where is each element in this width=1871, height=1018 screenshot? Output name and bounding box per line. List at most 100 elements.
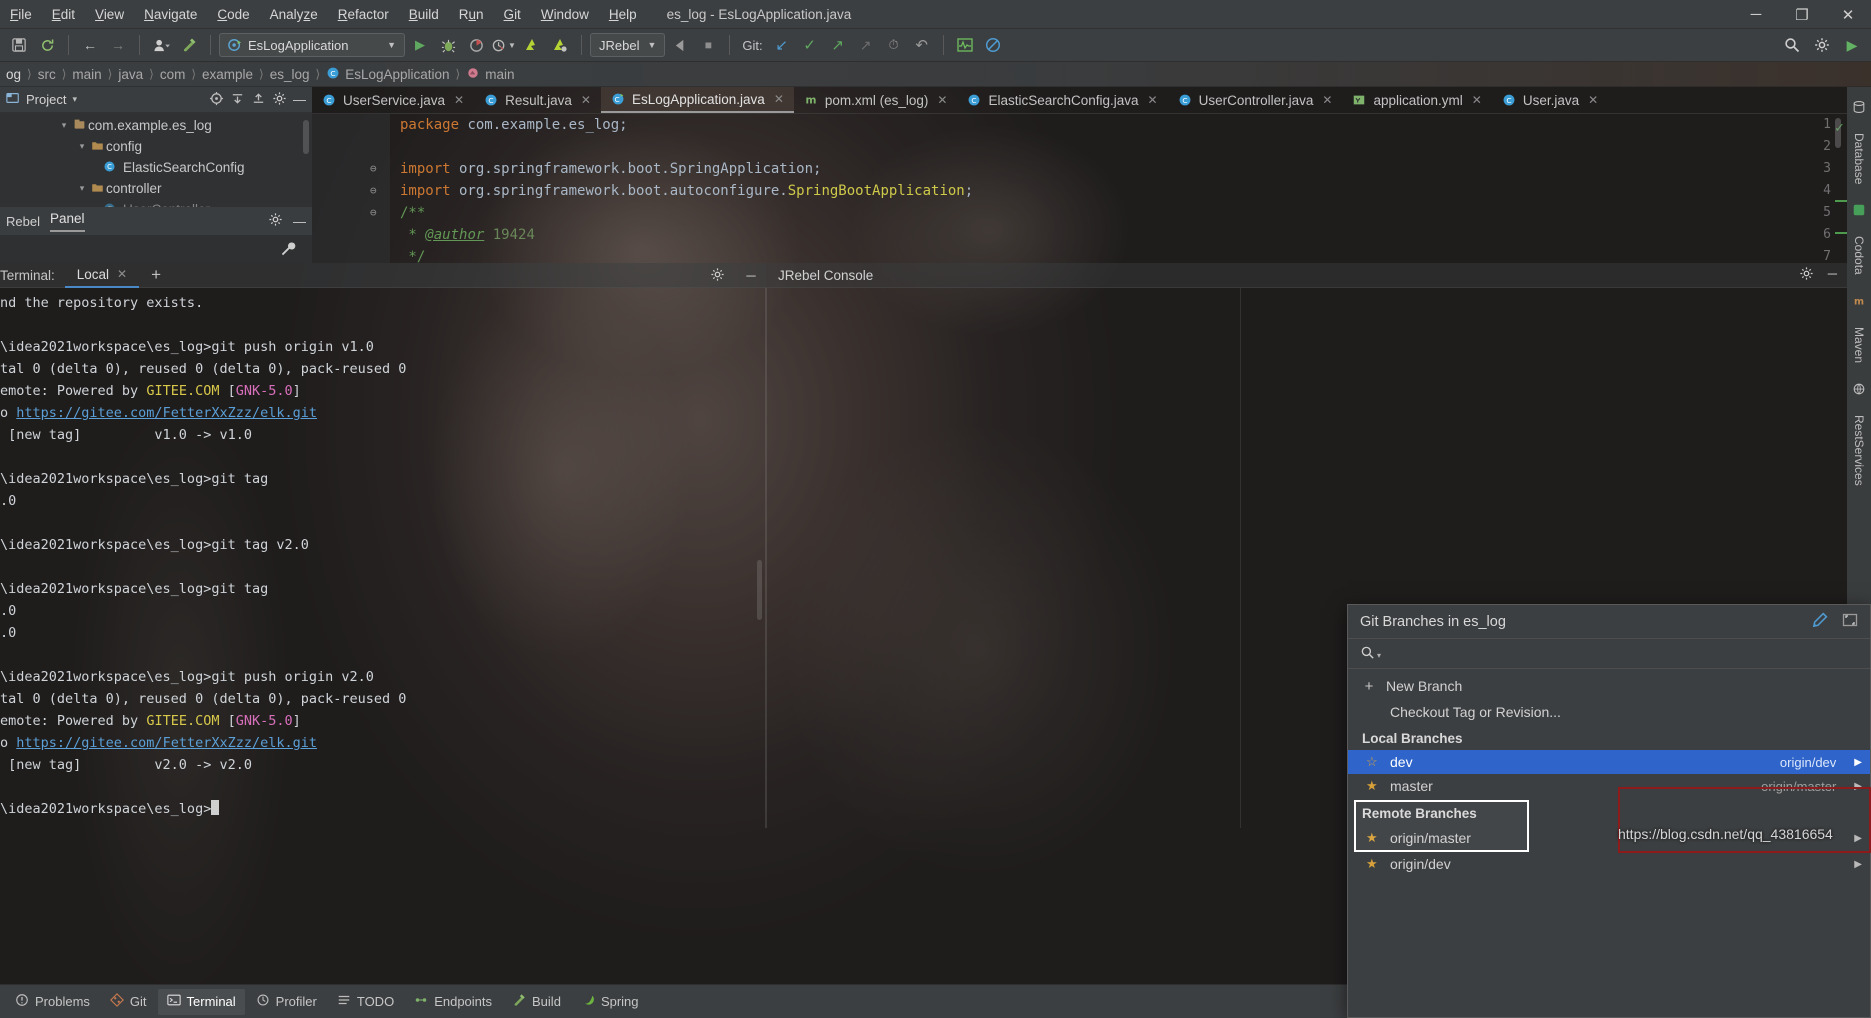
terminal-hide-icon[interactable]: ─ <box>746 268 755 283</box>
chevron-right-icon[interactable]: ▶ <box>1854 781 1862 792</box>
editor-tab-userservice[interactable]: C UserService.java ✕ <box>312 87 474 113</box>
git-update-project-icon[interactable]: ↙ <box>769 32 795 58</box>
menu-code[interactable]: Code <box>207 3 259 26</box>
code-editor[interactable]: 1 2 3 4 5 6 7 ⊖ ⊖ ⊖ package com.example.… <box>312 114 1847 263</box>
breadcrumb-item-1[interactable]: src <box>34 66 60 83</box>
breadcrumb-item-5[interactable]: example <box>198 66 257 83</box>
git-popup-search-input[interactable] <box>1387 645 1858 662</box>
hide-panel-icon[interactable]: — <box>293 92 306 107</box>
menu-window[interactable]: Window <box>531 3 599 26</box>
debug-icon[interactable] <box>435 32 461 58</box>
jrebel-gear-icon[interactable] <box>268 212 283 230</box>
menu-navigate[interactable]: Navigate <box>134 3 207 26</box>
close-icon[interactable]: ✕ <box>1588 93 1598 107</box>
editor-tab-elasticsearchconfig[interactable]: C ElasticSearchConfig.java ✕ <box>957 87 1167 113</box>
rail-item-codota[interactable]: Codota <box>1849 228 1869 283</box>
project-tree[interactable]: ▾ com.example.es_log ▾ config C ElasticS… <box>0 113 312 207</box>
git-commit-icon[interactable]: ✓ <box>797 32 823 58</box>
close-icon[interactable]: ✕ <box>774 92 784 106</box>
close-icon[interactable]: ✕ <box>1322 93 1332 107</box>
menu-refactor[interactable]: Refactor <box>328 3 399 26</box>
menu-run[interactable]: Run <box>449 3 494 26</box>
project-scrollbar-thumb[interactable] <box>303 120 309 154</box>
editor-tab-pomxml[interactable]: m pom.xml (es_log) ✕ <box>794 87 958 113</box>
build-hammer-icon[interactable] <box>176 32 202 58</box>
chevron-right-icon[interactable]: ▶ <box>1854 757 1862 768</box>
jrebel-debug-icon[interactable] <box>547 32 573 58</box>
search-chevron-down-icon[interactable]: ▾ <box>1377 651 1381 660</box>
menu-edit[interactable]: Edit <box>42 3 85 26</box>
menu-analyze[interactable]: Analyze <box>260 3 328 26</box>
git-popup-new-branch[interactable]: + New Branch <box>1348 673 1870 699</box>
terminal-tab-local[interactable]: Local ✕ <box>64 263 140 288</box>
git-popup-search[interactable]: ▾ <box>1348 638 1870 669</box>
close-icon[interactable]: ✕ <box>937 93 947 107</box>
jrebel-panel-tab[interactable]: Panel <box>49 211 85 232</box>
maximize-button[interactable]: ❐ <box>1779 0 1825 29</box>
git-popup-checkout-tag[interactable]: Checkout Tag or Revision... <box>1348 699 1870 725</box>
statusbar-item-problems[interactable]: Problems <box>6 989 99 1015</box>
console-gear-icon[interactable] <box>1799 266 1814 284</box>
terminal-gear-icon[interactable] <box>710 267 725 285</box>
breadcrumb-item-6[interactable]: es_log <box>266 66 314 83</box>
statusbar-item-endpoints[interactable]: Endpoints <box>405 989 501 1015</box>
wrench-icon[interactable] <box>280 241 296 260</box>
rail-item-database[interactable]: Database <box>1849 125 1869 192</box>
terminal-scrollbar-thumb[interactable] <box>757 560 762 620</box>
menu-help[interactable]: Help <box>599 3 647 26</box>
codota-icon[interactable] <box>1850 201 1868 219</box>
breadcrumb-item-7[interactable]: C EsLogApplication <box>322 65 453 84</box>
statusbar-item-terminal[interactable]: Terminal <box>157 988 245 1015</box>
editor-tab-eslogapplication[interactable]: C EsLogApplication.java ✕ <box>600 87 794 113</box>
breadcrumb-item-0[interactable]: og <box>2 66 25 83</box>
editor-tab-user[interactable]: C User.java ✕ <box>1492 87 1608 113</box>
jrebel-mode-combo[interactable]: JRebel ▼ <box>590 33 666 57</box>
git-rollback-icon[interactable]: ↶ <box>909 32 935 58</box>
breadcrumb-item-2[interactable]: main <box>68 66 105 83</box>
editor-tab-result[interactable]: C Result.java ✕ <box>474 87 601 113</box>
tree-item-elasticsearchconfig[interactable]: C ElasticSearchConfig <box>0 157 312 178</box>
close-icon[interactable]: ✕ <box>1472 93 1482 107</box>
repo-url-link[interactable]: https://gitee.com/FetterXxZzz/elk.git <box>16 735 317 751</box>
editor-tab-usercontroller[interactable]: C UserController.java ✕ <box>1168 87 1343 113</box>
breadcrumb-item-4[interactable]: com <box>156 66 190 83</box>
statusbar-item-build[interactable]: Build <box>503 989 570 1015</box>
database-icon[interactable] <box>1850 98 1868 116</box>
pencil-icon[interactable] <box>1811 611 1828 632</box>
activity-monitor-icon[interactable] <box>952 32 978 58</box>
menu-file[interactable]: File <box>0 3 42 26</box>
new-terminal-tab-button[interactable]: + <box>139 265 173 285</box>
git-update-branch-icon[interactable]: ↗ <box>853 32 879 58</box>
branch-row-origin-dev[interactable]: ★ origin/dev ▶ <box>1348 851 1870 877</box>
jrebel-hide-icon[interactable]: — <box>293 214 306 229</box>
terminal-output[interactable]: nd the repository exists. \idea2021works… <box>0 288 766 984</box>
profiler-clock-icon[interactable]: ▼ <box>491 32 517 58</box>
tree-item-package[interactable]: ▾ com.example.es_log <box>0 115 312 136</box>
rest-services-icon[interactable] <box>1850 380 1868 398</box>
editor-scrollbar-thumb[interactable] <box>1835 118 1841 148</box>
tree-item-config[interactable]: ▾ config <box>0 136 312 157</box>
editor-gutter[interactable] <box>312 114 390 263</box>
chevron-down-icon[interactable]: ▾ <box>76 141 88 152</box>
search-everywhere-icon[interactable] <box>1779 32 1805 58</box>
locate-file-icon[interactable] <box>209 91 224 109</box>
chevron-down-icon[interactable]: ▾ <box>72 94 77 105</box>
statusbar-item-todo[interactable]: TODO <box>328 989 403 1015</box>
console-split-divider[interactable] <box>765 288 767 828</box>
close-icon[interactable]: ✕ <box>1148 93 1158 107</box>
inspection-marker[interactable] <box>1835 232 1847 234</box>
branch-row-dev[interactable]: ☆ dev origin/dev ▶ <box>1348 750 1870 774</box>
minimize-button[interactable]: ─ <box>1733 0 1779 29</box>
fold-marker-icon[interactable]: ⊖ <box>370 180 377 202</box>
close-icon[interactable]: ✕ <box>581 93 591 107</box>
git-history-icon[interactable]: ⏱ <box>881 32 907 58</box>
attach-debugger-icon[interactable] <box>667 32 693 58</box>
save-all-icon[interactable] <box>6 32 32 58</box>
sync-icon[interactable] <box>34 32 60 58</box>
chevron-down-icon[interactable]: ▾ <box>76 183 88 194</box>
stop-icon[interactable]: ■ <box>695 32 721 58</box>
tree-item-usercontroller[interactable]: C UserController <box>0 199 312 207</box>
statusbar-item-profiler[interactable]: Profiler <box>247 989 326 1015</box>
user-profile-icon[interactable] <box>148 32 174 58</box>
close-button[interactable]: ✕ <box>1825 0 1871 29</box>
